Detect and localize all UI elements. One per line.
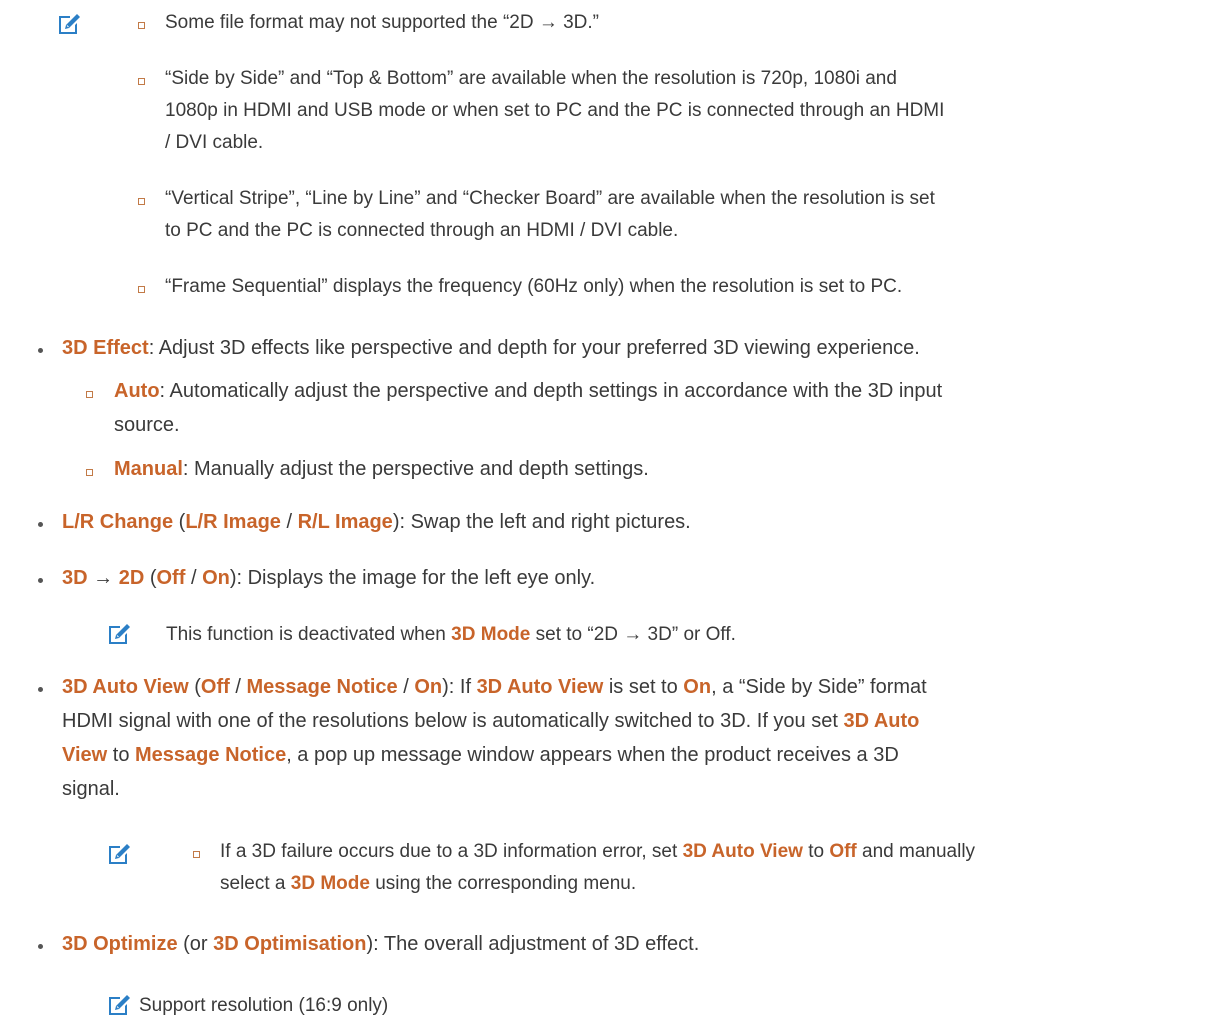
note-item-continued: 1080p in HDMI and USB mode or when set t… [165, 100, 945, 121]
term-3d-auto-view: 3D Auto View [476, 676, 604, 698]
term-on: On [202, 567, 230, 589]
note-text: If a 3D failure occurs due to a 3D infor… [220, 841, 683, 862]
term-3d-auto-view-part: View [62, 744, 108, 766]
note-pencil-icon [106, 622, 132, 648]
dot-bullet-icon [38, 687, 43, 692]
item-3d-to-2d: 3D → 2D (Off / On): Displays the image f… [62, 567, 596, 589]
dot-bullet-icon [38, 348, 43, 353]
term-lr-image: L/R Image [185, 511, 281, 533]
dot-bullet-icon [38, 578, 43, 583]
item-text: : Automatically adjust the perspective a… [159, 380, 943, 402]
term-on: On [414, 676, 443, 698]
square-bullet-icon [193, 851, 200, 858]
note-text: select a [220, 873, 291, 894]
item-3d-auto-view: 3D Auto View (Off / Message Notice / On)… [62, 676, 927, 698]
manual-page: Some file format may not supported the “… [0, 0, 1212, 1032]
term-3d-optimize: 3D Optimize [62, 933, 178, 955]
note-item: “Frame Sequential” displays the frequenc… [165, 276, 903, 297]
item-3d-effect: 3D Effect: Adjust 3D effects like perspe… [62, 331, 920, 365]
dot-bullet-icon [38, 522, 43, 527]
note-pencil-icon [106, 842, 132, 868]
item-text: is set to [603, 676, 684, 698]
item-text: : Adjust 3D effects like perspective and… [148, 337, 920, 359]
dot-bullet-icon [38, 944, 43, 949]
subitem-auto: Auto: Automatically adjust the perspecti… [114, 374, 942, 408]
square-bullet-icon [86, 391, 93, 398]
item-3d-auto-view-continued: signal. [62, 778, 120, 800]
note-text: using the corresponding menu. [369, 873, 637, 894]
note-pencil-icon [106, 993, 132, 1019]
note-text: to [802, 841, 830, 862]
term-message-notice: Message Notice [246, 676, 398, 698]
term-3d-mode: 3D Mode [451, 624, 531, 645]
term-off: Off [200, 676, 230, 698]
item-text: , a pop up message window appears when t… [286, 744, 899, 766]
item-3d-auto-view-continued: HDMI signal with one of the resolutions … [62, 704, 919, 738]
square-bullet-icon [86, 469, 93, 476]
note-item: “Vertical Stripe”, “Line by Line” and “C… [165, 188, 935, 209]
item-text: : Manually adjust the perspective and de… [182, 458, 649, 480]
term-3d-auto-view-part: 3D Auto [843, 710, 920, 732]
square-bullet-icon [138, 286, 145, 293]
term-3d-auto-view: 3D Auto View [62, 676, 189, 698]
term-3d-optimisation: 3D Optimisation [213, 933, 367, 955]
note-text: set to “2D → 3D” or Off. [530, 624, 736, 645]
note-item-continued: to PC and the PC is connected through an… [165, 220, 679, 241]
note-pencil-icon [56, 12, 82, 38]
term-on: On [683, 676, 712, 698]
item-text: ): Displays the image for the left eye o… [229, 567, 596, 589]
square-bullet-icon [138, 78, 145, 85]
square-bullet-icon [138, 22, 145, 29]
term-3d: 3D [62, 567, 88, 589]
subitem-auto-continued: source. [114, 414, 180, 436]
term-3d-effect: 3D Effect [62, 337, 149, 359]
item-text: ): If [442, 676, 477, 698]
item-lr-change: L/R Change (L/R Image / R/L Image): Swap… [62, 511, 691, 533]
term-3d-mode: 3D Mode [290, 873, 370, 894]
term-message-notice: Message Notice [135, 744, 287, 766]
note-text: This function is deactivated when [166, 624, 452, 645]
item-text: ): Swap the left and right pictures. [392, 511, 691, 533]
term-off: Off [829, 841, 857, 862]
item-text: (or [177, 933, 214, 955]
term-auto: Auto [114, 380, 160, 402]
item-text: ): The overall adjustment of 3D effect. [366, 933, 700, 955]
note-support-resolution: Support resolution (16:9 only) [139, 995, 389, 1016]
item-text: , a “Side by Side” format [711, 676, 927, 698]
item-text: HDMI signal with one of the resolutions … [62, 710, 844, 732]
item-3d-auto-view-continued: View to Message Notice, a pop up message… [62, 738, 899, 772]
note-auto-view-continued: select a 3D Mode using the corresponding… [220, 868, 636, 900]
square-bullet-icon [138, 198, 145, 205]
term-manual: Manual [114, 458, 183, 480]
term-2d: 2D [118, 567, 145, 589]
arrow-text: → [87, 567, 119, 589]
note-item-continued: / DVI cable. [165, 132, 264, 153]
note-text: and manually [856, 841, 976, 862]
item-text: to [107, 744, 136, 766]
subitem-manual: Manual: Manually adjust the perspective … [114, 452, 649, 486]
term-lr-change: L/R Change [62, 511, 174, 533]
note-item: “Side by Side” and “Top & Bottom” are av… [165, 68, 897, 89]
term-3d-auto-view: 3D Auto View [682, 841, 803, 862]
item-3d-optimize: 3D Optimize (or 3D Optimisation): The ov… [62, 927, 699, 961]
term-off: Off [156, 567, 186, 589]
note-item: Some file format may not supported the “… [165, 12, 600, 33]
note-auto-view: If a 3D failure occurs due to a 3D infor… [220, 836, 975, 868]
term-rl-image: R/L Image [297, 511, 393, 533]
note-3d-to-2d: This function is deactivated when 3D Mod… [166, 619, 736, 651]
